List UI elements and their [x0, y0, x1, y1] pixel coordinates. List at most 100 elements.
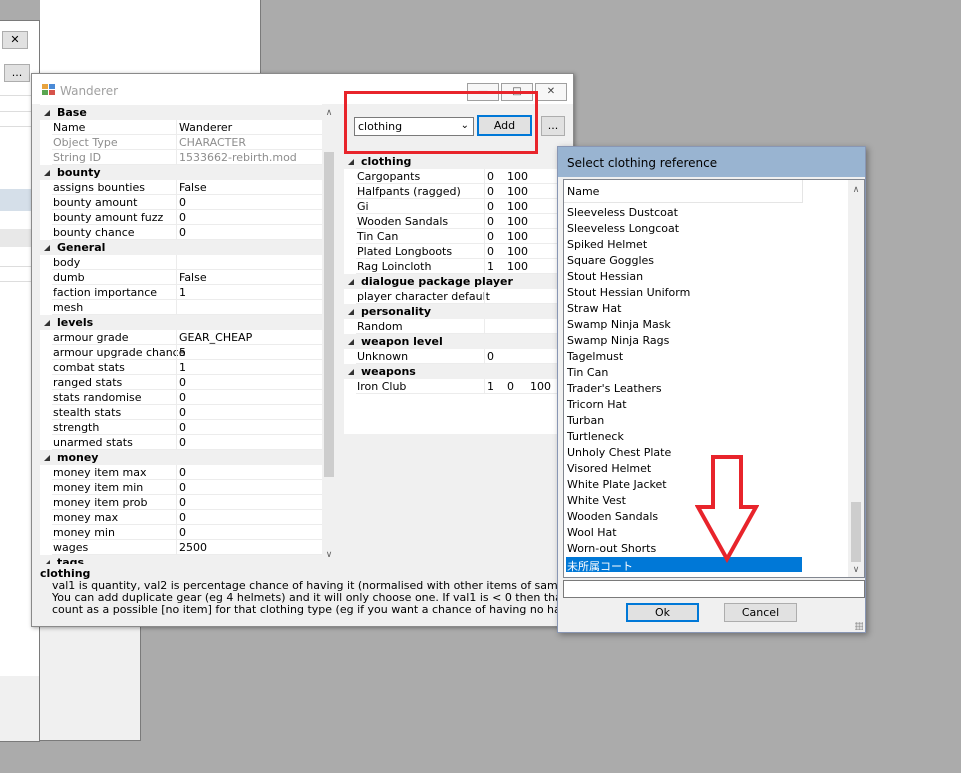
- property-value[interactable]: CHARACTER: [179, 136, 246, 149]
- resize-grip-icon[interactable]: [855, 622, 863, 630]
- property-row[interactable]: mesh: [40, 300, 328, 315]
- reference-val2[interactable]: 100: [507, 260, 528, 273]
- list-item[interactable]: Tricorn Hat: [566, 397, 802, 412]
- close-icon[interactable]: ✕: [2, 31, 28, 49]
- property-grid-scrollbar[interactable]: ∧ ∨: [322, 104, 336, 564]
- property-row[interactable]: dumb False: [40, 270, 328, 285]
- reference-val1[interactable]: 1: [487, 380, 494, 393]
- list-item[interactable]: Spiked Helmet: [566, 237, 802, 252]
- collapse-icon[interactable]: [348, 369, 354, 375]
- list-item[interactable]: Turban: [566, 413, 802, 428]
- property-value[interactable]: 0: [179, 211, 186, 224]
- property-value[interactable]: 0: [179, 391, 186, 404]
- property-row[interactable]: combat stats 1: [40, 360, 328, 375]
- reference-row[interactable]: Tin Can 0 100: [344, 229, 564, 244]
- reference-row[interactable]: Plated Longboots 0 100: [344, 244, 564, 259]
- property-value[interactable]: 0: [179, 481, 186, 494]
- property-value[interactable]: 0: [179, 406, 186, 419]
- bg-more-button[interactable]: ...: [4, 64, 30, 82]
- property-row[interactable]: money item min 0: [40, 480, 328, 495]
- property-row[interactable]: String ID 1533662-rebirth.mod: [40, 150, 328, 165]
- property-row[interactable]: wages 2500: [40, 540, 328, 555]
- list-item[interactable]: Trader's Leathers: [566, 381, 802, 396]
- category-header[interactable]: Base: [40, 105, 328, 120]
- reference-grid[interactable]: clothing Cargopants 0 100 Halfpants (ragged)…: [344, 154, 564, 434]
- list-item[interactable]: Worn-out Shorts: [566, 541, 802, 556]
- property-row[interactable]: stealth stats 0: [40, 405, 328, 420]
- reference-val1[interactable]: 1: [487, 260, 494, 273]
- property-value[interactable]: 1533662-rebirth.mod: [179, 151, 297, 164]
- scroll-down-icon[interactable]: ∨: [324, 550, 334, 560]
- property-row[interactable]: armour grade GEAR_CHEAP: [40, 330, 328, 345]
- collapse-icon[interactable]: [44, 455, 50, 461]
- list-item[interactable]: Unholy Chest Plate: [566, 445, 802, 460]
- property-value[interactable]: GEAR_CHEAP: [179, 331, 252, 344]
- property-row[interactable]: Name Wanderer: [40, 120, 328, 135]
- collapse-icon[interactable]: [44, 320, 50, 326]
- property-row[interactable]: stats randomise 0: [40, 390, 328, 405]
- property-row[interactable]: money item prob 0: [40, 495, 328, 510]
- reference-val1[interactable]: 0: [487, 215, 494, 228]
- property-value[interactable]: False: [179, 271, 207, 284]
- reference-val3[interactable]: 100: [530, 380, 551, 393]
- property-value[interactable]: 0: [179, 466, 186, 479]
- property-value[interactable]: 2500: [179, 541, 207, 554]
- property-row[interactable]: assigns bounties False: [40, 180, 328, 195]
- reference-val2[interactable]: 100: [507, 215, 528, 228]
- property-row[interactable]: bounty amount fuzz 0: [40, 210, 328, 225]
- reference-row[interactable]: Random: [344, 319, 564, 334]
- reference-val2[interactable]: 100: [507, 245, 528, 258]
- property-value[interactable]: 1: [179, 286, 186, 299]
- property-row[interactable]: money max 0: [40, 510, 328, 525]
- property-row[interactable]: armour upgrade chance 5: [40, 345, 328, 360]
- list-item-selected[interactable]: 未所属コート: [566, 557, 802, 573]
- list-item[interactable]: Tin Can: [566, 365, 802, 380]
- property-value[interactable]: 0: [179, 376, 186, 389]
- reference-row[interactable]: Rag Loincloth 1 100: [344, 259, 564, 274]
- property-row[interactable]: faction importance 1: [40, 285, 328, 300]
- list-item[interactable]: Turtleneck: [566, 429, 802, 444]
- collapse-icon[interactable]: [44, 560, 50, 564]
- reference-val1[interactable]: 0: [487, 350, 494, 363]
- list-item[interactable]: Square Goggles: [566, 253, 802, 268]
- category-header[interactable]: levels: [40, 315, 328, 330]
- property-row[interactable]: bounty amount 0: [40, 195, 328, 210]
- scroll-thumb[interactable]: [324, 152, 334, 477]
- property-value[interactable]: 0: [179, 196, 186, 209]
- list-item[interactable]: Stout Hessian: [566, 269, 802, 284]
- collapse-icon[interactable]: [348, 159, 354, 165]
- category-header[interactable]: bounty: [40, 165, 328, 180]
- reference-row[interactable]: Unknown 0: [344, 349, 564, 364]
- collapse-icon[interactable]: [44, 110, 50, 116]
- property-value[interactable]: False: [179, 181, 207, 194]
- list-item[interactable]: Sleeveless Dustcoat: [566, 205, 802, 220]
- close-button[interactable]: ✕: [535, 83, 567, 101]
- reference-category[interactable]: clothing: [344, 154, 564, 169]
- collapse-icon[interactable]: [348, 279, 354, 285]
- scroll-up-icon[interactable]: ∧: [324, 108, 334, 118]
- scroll-thumb[interactable]: [851, 502, 861, 562]
- collapse-icon[interactable]: [348, 309, 354, 315]
- property-row[interactable]: money item max 0: [40, 465, 328, 480]
- reference-val1[interactable]: 0: [487, 185, 494, 198]
- property-row[interactable]: unarmed stats 0: [40, 435, 328, 450]
- property-row[interactable]: ranged stats 0: [40, 375, 328, 390]
- reference-val2[interactable]: 100: [507, 200, 528, 213]
- reference-val1[interactable]: 0: [487, 170, 494, 183]
- more-button[interactable]: ...: [541, 116, 565, 136]
- list-item[interactable]: White Plate Jacket: [566, 477, 802, 492]
- category-header[interactable]: money: [40, 450, 328, 465]
- list-item[interactable]: Straw Hat: [566, 301, 802, 316]
- category-header[interactable]: General: [40, 240, 328, 255]
- cancel-button[interactable]: Cancel: [724, 603, 797, 622]
- reference-category[interactable]: dialogue package player: [344, 274, 564, 289]
- ok-button[interactable]: Ok: [626, 603, 699, 622]
- list-item[interactable]: Sleeveless Longcoat: [566, 221, 802, 236]
- reference-val2[interactable]: 0: [507, 380, 514, 393]
- reference-val1[interactable]: 0: [487, 245, 494, 258]
- list-item[interactable]: Swamp Ninja Rags: [566, 333, 802, 348]
- reference-val2[interactable]: 100: [507, 185, 528, 198]
- category-header[interactable]: tags: [40, 555, 328, 564]
- property-value[interactable]: 1: [179, 361, 186, 374]
- reference-val2[interactable]: 100: [507, 170, 528, 183]
